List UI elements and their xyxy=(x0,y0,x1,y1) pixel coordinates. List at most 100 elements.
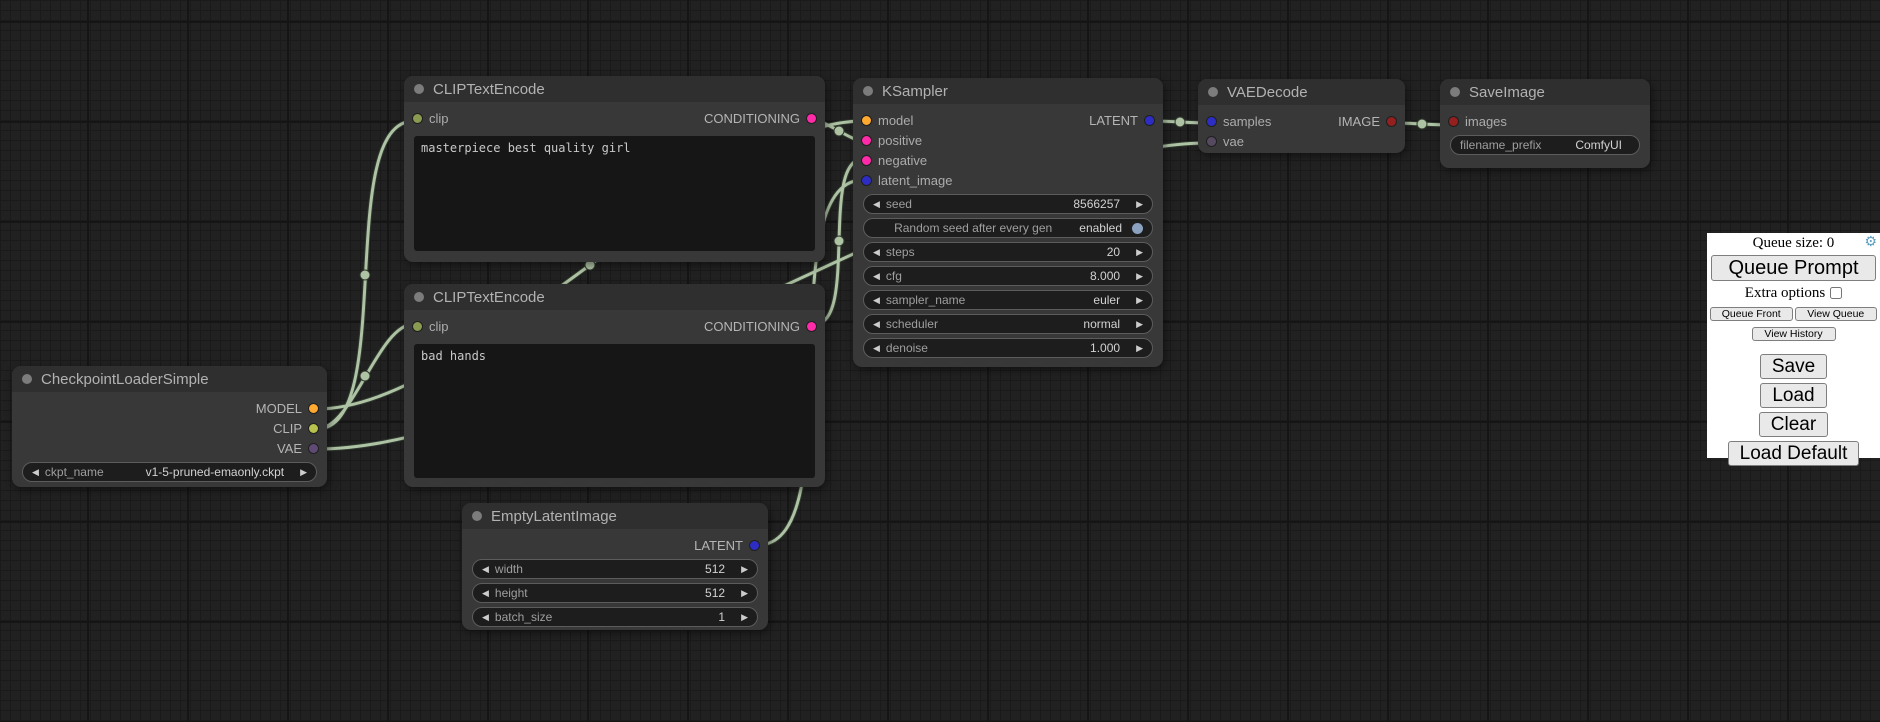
port-dot-model[interactable] xyxy=(862,116,871,125)
widget-width[interactable]: ◀ width 512 ▶ xyxy=(472,559,758,579)
port-dot-clip[interactable] xyxy=(309,424,318,433)
node-title-bar[interactable]: EmptyLatentImage xyxy=(462,503,768,529)
queue-front-button[interactable]: Queue Front xyxy=(1710,307,1793,321)
port-dot-latent-image[interactable] xyxy=(862,176,871,185)
decrement-arrow-icon[interactable]: ◀ xyxy=(32,468,39,477)
settings-gear-icon[interactable]: ⚙ xyxy=(1864,234,1877,251)
node-title-bar[interactable]: VAEDecode xyxy=(1198,79,1405,105)
increment-arrow-icon[interactable]: ▶ xyxy=(741,565,748,574)
increment-arrow-icon[interactable]: ▶ xyxy=(1136,248,1143,257)
port-dot-latent[interactable] xyxy=(750,541,759,550)
increment-arrow-icon[interactable]: ▶ xyxy=(1136,272,1143,281)
link-midpoint-dot[interactable] xyxy=(1417,119,1427,129)
load-button[interactable]: Load xyxy=(1760,383,1826,408)
decrement-arrow-icon[interactable]: ◀ xyxy=(873,200,880,209)
prompt-textarea[interactable]: bad hands xyxy=(414,344,815,478)
node-collapse-dot-icon[interactable] xyxy=(472,511,482,521)
port-dot-clip[interactable] xyxy=(413,322,422,331)
port-dot-vae[interactable] xyxy=(1207,137,1216,146)
node-checkpoint-loader-simple[interactable]: CheckpointLoaderSimple MODEL CLIP VAE ◀ … xyxy=(12,366,327,487)
decrement-arrow-icon[interactable]: ◀ xyxy=(482,589,489,598)
decrement-arrow-icon[interactable]: ◀ xyxy=(873,296,880,305)
node-empty-latent-image[interactable]: EmptyLatentImage LATENT ◀ width 512 ▶ ◀ … xyxy=(462,503,768,630)
queue-prompt-button[interactable]: Queue Prompt xyxy=(1711,255,1876,281)
node-title-bar[interactable]: CheckpointLoaderSimple xyxy=(12,366,327,392)
increment-arrow-icon[interactable]: ▶ xyxy=(1136,344,1143,353)
widget-filename-prefix[interactable]: filename_prefix ComfyUI xyxy=(1450,135,1640,155)
comfyui-canvas[interactable]: { "icons": { "left_arrow": "◀", "right_a… xyxy=(0,0,1880,722)
node-collapse-dot-icon[interactable] xyxy=(22,374,32,384)
node-title: CLIPTextEncode xyxy=(433,81,545,98)
widget-batch-size[interactable]: ◀ batch_size 1 ▶ xyxy=(472,607,758,627)
widget-sampler-name[interactable]: ◀ sampler_name euler ▶ xyxy=(863,290,1153,310)
node-clip-text-encode-positive[interactable]: CLIPTextEncode clip CONDITIONING masterp… xyxy=(404,76,825,262)
port-dot-conditioning[interactable] xyxy=(807,114,816,123)
node-collapse-dot-icon[interactable] xyxy=(414,292,424,302)
node-clip-text-encode-negative[interactable]: CLIPTextEncode clip CONDITIONING bad han… xyxy=(404,284,825,487)
widget-height[interactable]: ◀ height 512 ▶ xyxy=(472,583,758,603)
port-dot-negative[interactable] xyxy=(862,156,871,165)
port-dot-vae[interactable] xyxy=(309,444,318,453)
increment-arrow-icon[interactable]: ▶ xyxy=(741,613,748,622)
node-vae-decode[interactable]: VAEDecode samples IMAGE vae xyxy=(1198,79,1405,153)
port-dot-positive[interactable] xyxy=(862,136,871,145)
widget-cfg[interactable]: ◀ cfg 8.000 ▶ xyxy=(863,266,1153,286)
port-dot-conditioning[interactable] xyxy=(807,322,816,331)
increment-arrow-icon[interactable]: ▶ xyxy=(1136,296,1143,305)
port-dot-clip[interactable] xyxy=(413,114,422,123)
decrement-arrow-icon[interactable]: ◀ xyxy=(482,565,489,574)
node-title: CLIPTextEncode xyxy=(433,289,545,306)
node-title-bar[interactable]: KSampler xyxy=(853,78,1163,104)
view-history-button[interactable]: View History xyxy=(1752,327,1836,341)
port-dot-samples[interactable] xyxy=(1207,117,1216,126)
increment-arrow-icon[interactable]: ▶ xyxy=(1136,320,1143,329)
increment-arrow-icon[interactable]: ▶ xyxy=(1136,200,1143,209)
link-midpoint-dot[interactable] xyxy=(1175,117,1185,127)
link-midpoint-dot[interactable] xyxy=(834,126,844,136)
load-default-button[interactable]: Load Default xyxy=(1728,441,1860,466)
widget-value: euler xyxy=(1093,293,1120,307)
link-midpoint-dot[interactable] xyxy=(834,236,844,246)
widget-value: 8566257 xyxy=(1073,197,1120,211)
decrement-arrow-icon[interactable]: ◀ xyxy=(873,248,880,257)
port-label: images xyxy=(1465,114,1507,129)
node-collapse-dot-icon[interactable] xyxy=(414,84,424,94)
node-ksampler[interactable]: KSampler model LATENT positive negative xyxy=(853,78,1163,367)
output-port-model: MODEL xyxy=(256,401,318,416)
link-midpoint-dot[interactable] xyxy=(360,270,370,280)
widget-denoise[interactable]: ◀ denoise 1.000 ▶ xyxy=(863,338,1153,358)
node-collapse-dot-icon[interactable] xyxy=(1450,87,1460,97)
extra-options-checkbox[interactable] xyxy=(1830,287,1842,299)
decrement-arrow-icon[interactable]: ◀ xyxy=(873,320,880,329)
increment-arrow-icon[interactable]: ▶ xyxy=(300,468,307,477)
link-midpoint-dot[interactable] xyxy=(360,371,370,381)
clear-button[interactable]: Clear xyxy=(1759,412,1828,437)
node-title-bar[interactable]: CLIPTextEncode xyxy=(404,76,825,102)
widget-label: scheduler xyxy=(886,317,938,331)
queue-size-row: Queue size: 0 ⚙ xyxy=(1707,233,1880,252)
widget-seed[interactable]: ◀ seed 8566257 ▶ xyxy=(863,194,1153,214)
decrement-arrow-icon[interactable]: ◀ xyxy=(873,272,880,281)
node-collapse-dot-icon[interactable] xyxy=(1208,87,1218,97)
port-dot-model[interactable] xyxy=(309,404,318,413)
node-title-bar[interactable]: SaveImage xyxy=(1440,79,1650,105)
widget-scheduler[interactable]: ◀ scheduler normal ▶ xyxy=(863,314,1153,334)
decrement-arrow-icon[interactable]: ◀ xyxy=(873,344,880,353)
decrement-arrow-icon[interactable]: ◀ xyxy=(482,613,489,622)
node-title-bar[interactable]: CLIPTextEncode xyxy=(404,284,825,310)
port-dot-images[interactable] xyxy=(1449,117,1458,126)
widget-steps[interactable]: ◀ steps 20 ▶ xyxy=(863,242,1153,262)
toggle-dot[interactable] xyxy=(1132,223,1143,234)
increment-arrow-icon[interactable]: ▶ xyxy=(741,589,748,598)
node-save-image[interactable]: SaveImage images filename_prefix ComfyUI xyxy=(1440,79,1650,168)
port-dot-image[interactable] xyxy=(1387,117,1396,126)
node-collapse-dot-icon[interactable] xyxy=(863,86,873,96)
prompt-textarea[interactable]: masterpiece best quality girl xyxy=(414,136,815,251)
widget-random-seed-toggle[interactable]: Random seed after every gen enabled xyxy=(863,218,1153,238)
port-dot-latent[interactable] xyxy=(1145,116,1154,125)
widget-value: enabled xyxy=(1079,221,1122,235)
widget-ckpt-name[interactable]: ◀ ckpt_name v1-5-pruned-emaonly.ckpt ▶ xyxy=(22,462,317,482)
view-queue-button[interactable]: View Queue xyxy=(1795,307,1878,321)
save-button[interactable]: Save xyxy=(1760,354,1827,379)
port-label: model xyxy=(878,113,913,128)
